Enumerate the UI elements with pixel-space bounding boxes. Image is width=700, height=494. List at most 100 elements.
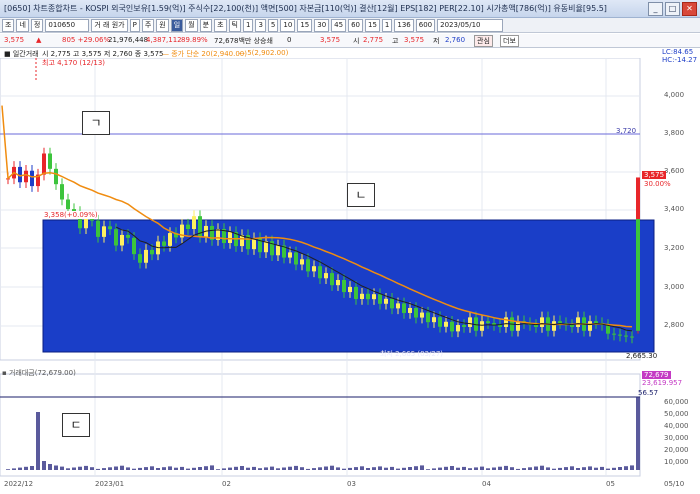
- toolbar-item-14[interactable]: 3: [255, 18, 266, 32]
- volume-bar: [630, 465, 634, 470]
- volume-bar: [342, 468, 346, 470]
- candle: [486, 321, 490, 324]
- toolbar-item-3[interactable]: 010650: [45, 18, 90, 32]
- toolbar-item-7[interactable]: 원: [156, 18, 169, 32]
- toolbar-item-9[interactable]: 월: [185, 18, 198, 32]
- volume-bar: [450, 466, 454, 470]
- toolbar-item-15[interactable]: 5: [267, 18, 279, 32]
- volume-bar: [564, 467, 568, 470]
- candle: [444, 321, 448, 327]
- vol-tick-10000: 10,000: [664, 458, 689, 466]
- toolbar-item-2[interactable]: 정: [30, 18, 44, 32]
- volume-bar: [210, 465, 214, 470]
- toolbar-item-17[interactable]: 15: [297, 18, 313, 32]
- candle: [354, 286, 358, 299]
- volume-bar: [270, 466, 274, 470]
- candle: [300, 259, 304, 265]
- current-price: 3,575: [4, 36, 25, 44]
- toolbar-item-6[interactable]: 주: [141, 18, 155, 32]
- toolbar-item-10[interactable]: 분: [199, 18, 213, 32]
- volume-bar: [456, 467, 460, 470]
- x-label-03: 03: [347, 480, 356, 488]
- volume-bar: [612, 467, 616, 470]
- candle: [594, 321, 598, 324]
- candle: [294, 252, 298, 265]
- toolbar-item-5[interactable]: P: [129, 18, 140, 32]
- toolbar-item-24[interactable]: 600: [415, 18, 436, 32]
- volume-bar: [594, 467, 598, 470]
- candle: [390, 298, 394, 309]
- close-button[interactable]: ✕: [682, 2, 697, 16]
- candle: [84, 217, 88, 229]
- volume-bar: [156, 468, 160, 470]
- candle: [228, 232, 232, 244]
- volume-bar: [216, 469, 220, 470]
- volume-bar: [522, 468, 526, 470]
- toolbar-item-21[interactable]: 15: [365, 18, 380, 32]
- window-controls: _ □ ✕: [648, 2, 697, 16]
- x-label-04: 04: [482, 480, 491, 488]
- candle: [558, 321, 562, 324]
- volume-bar: [90, 467, 94, 470]
- candle: [162, 241, 166, 246]
- volume-bar: [498, 466, 502, 470]
- candle: [450, 321, 454, 332]
- volume-bar: [108, 467, 112, 470]
- minimize-button[interactable]: _: [648, 2, 663, 16]
- toolbar-item-4[interactable]: 거 래 원가: [91, 18, 128, 32]
- toolbar-item-20[interactable]: 60: [348, 18, 363, 32]
- price-tick-4000: 4,000: [664, 91, 685, 99]
- annotation-label-b: ㄴ: [347, 183, 375, 207]
- volume-bar: [78, 466, 82, 470]
- toolbar-item-22[interactable]: 1: [381, 18, 393, 32]
- candle: [192, 216, 196, 230]
- volume-bar: [54, 465, 58, 470]
- toolbar-item-19[interactable]: 45: [331, 18, 347, 32]
- x-label-05-10: 05/10: [664, 480, 685, 488]
- toolbar-item-18[interactable]: 30: [314, 18, 330, 32]
- maximize-button[interactable]: □: [665, 2, 680, 16]
- candle: [30, 170, 34, 187]
- toolbar-item-25[interactable]: 2023/05/10: [437, 18, 504, 32]
- toolbar-item-13[interactable]: 1: [242, 18, 254, 32]
- volume-bar: [588, 466, 592, 470]
- last-candle-lower: [636, 219, 640, 331]
- candle: [438, 317, 442, 327]
- candle: [24, 170, 28, 183]
- candle: [360, 293, 364, 299]
- candle: [48, 153, 52, 169]
- volume-bar: [438, 467, 442, 470]
- volume-bar: [516, 468, 520, 470]
- volume-bar: [546, 467, 550, 470]
- toolbar-item-8[interactable]: 일: [170, 18, 184, 32]
- price-tick-3200: 3,200: [664, 244, 685, 252]
- candle: [96, 220, 100, 237]
- favorite-button[interactable]: 관심: [474, 35, 493, 47]
- toolbar-item-11[interactable]: 초: [214, 18, 227, 32]
- volume-bar: [600, 466, 604, 470]
- toolbar-item-23[interactable]: 136: [394, 18, 414, 32]
- x-label-02: 02: [222, 480, 231, 488]
- candle: [276, 245, 280, 256]
- toolbar-item-1[interactable]: 네: [16, 18, 29, 32]
- toolbar-item-12[interactable]: 틱: [228, 18, 241, 32]
- candle: [414, 307, 418, 318]
- low-marker-label: 최저 2,665 (03/27): [380, 350, 444, 358]
- volume-bar: [120, 465, 124, 470]
- volume-bar: [42, 461, 46, 470]
- volume-bar: [282, 467, 286, 470]
- volume-bar: [294, 465, 298, 470]
- volume-bar: [480, 466, 484, 470]
- candle: [336, 280, 340, 286]
- candle: [480, 321, 484, 331]
- volume-bar: [318, 467, 322, 470]
- toolbar-item-16[interactable]: 10: [280, 18, 296, 32]
- more-button[interactable]: 더보: [500, 35, 519, 47]
- right-top-label-2: HC:-14.27: [662, 56, 698, 64]
- high-label: 고: [392, 37, 399, 45]
- candle: [402, 303, 406, 313]
- volume-bar: [390, 466, 394, 470]
- toolbar-item-0[interactable]: 조: [2, 18, 15, 32]
- candle: [138, 254, 142, 263]
- volume-bar: [114, 466, 118, 470]
